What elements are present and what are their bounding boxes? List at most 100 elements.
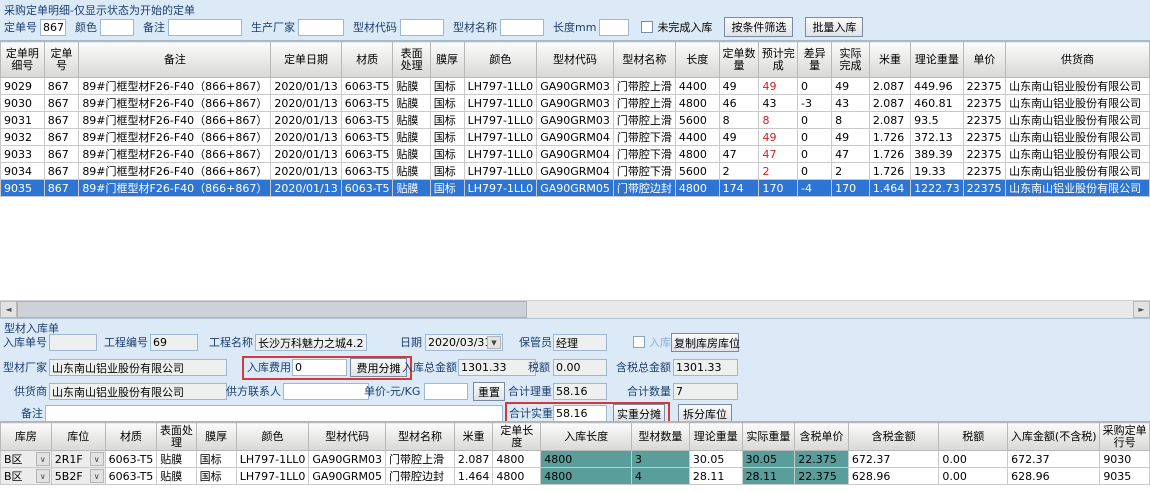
table-row[interactable]: B区∨5B2F∨6063-T5贴膜国标LH797-1LL0GA90GRM05门带… xyxy=(1,468,1150,485)
column-header[interactable]: 定单明细号 xyxy=(1,42,45,78)
column-header[interactable]: 理论重量 xyxy=(689,423,742,451)
cell[interactable]: B区∨ xyxy=(1,451,52,468)
factory-input[interactable] xyxy=(49,359,227,376)
keeper-input[interactable] xyxy=(553,334,607,351)
column-header[interactable]: 型材代码 xyxy=(537,42,614,78)
dropdown-arrow-icon[interactable]: ∨ xyxy=(36,469,50,483)
column-header[interactable]: 采购定单行号 xyxy=(1100,423,1150,451)
column-header[interactable]: 膜厚 xyxy=(196,423,236,451)
column-header[interactable]: 库房 xyxy=(1,423,52,451)
column-header[interactable]: 差异量 xyxy=(797,42,831,78)
table-row[interactable]: 903386789#门框型材F26-F40（866+867）2020/01/13… xyxy=(1,146,1150,163)
column-header[interactable]: 含税金额 xyxy=(848,423,938,451)
date-input[interactable]: 2020/03/31 ▼ xyxy=(425,334,503,351)
total-qty-input[interactable] xyxy=(673,383,738,400)
table-row[interactable]: 902986789#门框型材F26-F40（866+867）2020/01/13… xyxy=(1,78,1150,95)
fee-input[interactable] xyxy=(292,359,347,376)
column-header[interactable]: 实际重量 xyxy=(742,423,795,451)
contact-input[interactable] xyxy=(283,383,369,400)
cell: 6063-T5 xyxy=(105,468,157,485)
theory-weight-input[interactable] xyxy=(553,383,607,400)
column-header[interactable]: 材质 xyxy=(105,423,157,451)
batch-inbound-button[interactable]: 批量入库 xyxy=(805,17,863,37)
order-detail-grid: 定单明细号定单号备注定单日期材质表面处理膜厚颜色型材代码型材名称长度定单数量预计… xyxy=(0,40,1150,300)
table-row[interactable]: B区∨2R1F∨6063-T5贴膜国标LH797-1LL0GA90GRM03门带… xyxy=(1,451,1150,468)
actual-weight-input[interactable] xyxy=(553,405,607,422)
color-filter-label: 颜色 xyxy=(75,19,97,35)
scroll-left-icon[interactable]: ◄ xyxy=(0,301,17,318)
table-row[interactable]: 903186789#门框型材F26-F40（866+867）2020/01/13… xyxy=(1,112,1150,129)
column-header[interactable]: 税额 xyxy=(939,423,1008,451)
dropdown-arrow-icon[interactable]: ∨ xyxy=(90,452,104,466)
inbound-no-input[interactable] xyxy=(49,334,97,351)
column-header[interactable]: 米重 xyxy=(454,423,493,451)
color-filter-input[interactable] xyxy=(100,19,134,36)
project-no-input[interactable] xyxy=(150,334,198,351)
filter-by-condition-button[interactable]: 按条件筛选 xyxy=(724,17,793,37)
column-header[interactable]: 颜色 xyxy=(464,42,537,78)
column-header[interactable]: 定单长度 xyxy=(493,423,541,451)
dropdown-arrow-icon[interactable]: ∨ xyxy=(90,469,104,483)
table-row[interactable]: 903286789#门框型材F26-F40（866+867）2020/01/13… xyxy=(1,129,1150,146)
column-header[interactable]: 长度 xyxy=(675,42,719,78)
cell: 2020/01/13 xyxy=(271,78,341,95)
cell: 9031 xyxy=(1,112,45,129)
cell: 6063-T5 xyxy=(341,163,393,180)
column-header[interactable]: 表面处理 xyxy=(393,42,430,78)
note-input[interactable] xyxy=(45,405,503,422)
fee-allocate-button[interactable]: 费用分摊 xyxy=(350,358,407,377)
column-header[interactable]: 表面处理 xyxy=(157,423,196,451)
column-header[interactable]: 供货商 xyxy=(1006,42,1150,78)
cell[interactable]: 5B2F∨ xyxy=(51,468,105,485)
unit-price-input[interactable] xyxy=(424,383,468,400)
supplier-input[interactable] xyxy=(49,383,227,400)
scrollbar-thumb[interactable] xyxy=(17,301,527,318)
column-header[interactable]: 型材名称 xyxy=(386,423,455,451)
column-header[interactable]: 备注 xyxy=(79,42,271,78)
inbound-confirm-checkbox[interactable] xyxy=(633,336,645,348)
profile-name-filter-input[interactable] xyxy=(500,19,544,36)
column-header[interactable]: 单价 xyxy=(963,42,1005,78)
date-dropdown-icon[interactable]: ▼ xyxy=(487,336,501,349)
table-row[interactable]: 903486789#门框型材F26-F40（866+867）2020/01/13… xyxy=(1,163,1150,180)
table-row[interactable]: 903586789#门框型材F26-F40（866+867）2020/01/13… xyxy=(1,180,1150,197)
note-filter-input[interactable] xyxy=(168,19,242,36)
column-header[interactable]: 型材代码 xyxy=(309,423,386,451)
manufacturer-filter-input[interactable] xyxy=(298,19,344,36)
column-header[interactable]: 入库金额(不含税) xyxy=(1008,423,1100,451)
copy-location-button[interactable]: 复制库房库位 xyxy=(671,333,739,352)
cell: GA90GRM03 xyxy=(537,112,614,129)
column-header[interactable]: 定单数量 xyxy=(719,42,759,78)
cell: 2 xyxy=(719,163,759,180)
profile-code-filter-input[interactable] xyxy=(400,19,444,36)
scroll-right-icon[interactable]: ► xyxy=(1133,301,1150,318)
column-header[interactable]: 含税单价 xyxy=(795,423,849,451)
dropdown-arrow-icon[interactable]: ∨ xyxy=(36,452,50,466)
total-with-tax-input[interactable] xyxy=(673,359,738,376)
column-header[interactable]: 型材数量 xyxy=(631,423,689,451)
column-header[interactable]: 实际完成 xyxy=(832,42,870,78)
column-header[interactable]: 颜色 xyxy=(236,423,309,451)
column-header[interactable]: 膜厚 xyxy=(430,42,464,78)
tax-input[interactable] xyxy=(553,359,607,376)
horizontal-scrollbar[interactable]: ◄ ► xyxy=(0,300,1150,317)
column-header[interactable]: 理论重量 xyxy=(911,42,964,78)
order-no-filter-input[interactable] xyxy=(40,19,66,36)
project-name-input[interactable] xyxy=(255,334,367,351)
cell[interactable]: 2R1F∨ xyxy=(51,451,105,468)
table-row[interactable]: 903086789#门框型材F26-F40（866+867）2020/01/13… xyxy=(1,95,1150,112)
column-header[interactable]: 预计完成 xyxy=(759,42,798,78)
column-header[interactable]: 米重 xyxy=(869,42,910,78)
length-filter-input[interactable] xyxy=(599,19,629,36)
column-header[interactable]: 定单日期 xyxy=(271,42,341,78)
column-header[interactable]: 库位 xyxy=(51,423,105,451)
total-amount-input[interactable] xyxy=(458,359,536,376)
unfinished-inbound-checkbox[interactable] xyxy=(641,21,653,33)
column-header[interactable]: 入库长度 xyxy=(541,423,632,451)
column-header[interactable]: 定单号 xyxy=(44,42,79,78)
cell[interactable]: B区∨ xyxy=(1,468,52,485)
reset-button[interactable]: 重置 xyxy=(473,382,505,401)
column-header[interactable]: 材质 xyxy=(341,42,393,78)
column-header[interactable]: 型材名称 xyxy=(613,42,675,78)
cell: 6063-T5 xyxy=(341,112,393,129)
